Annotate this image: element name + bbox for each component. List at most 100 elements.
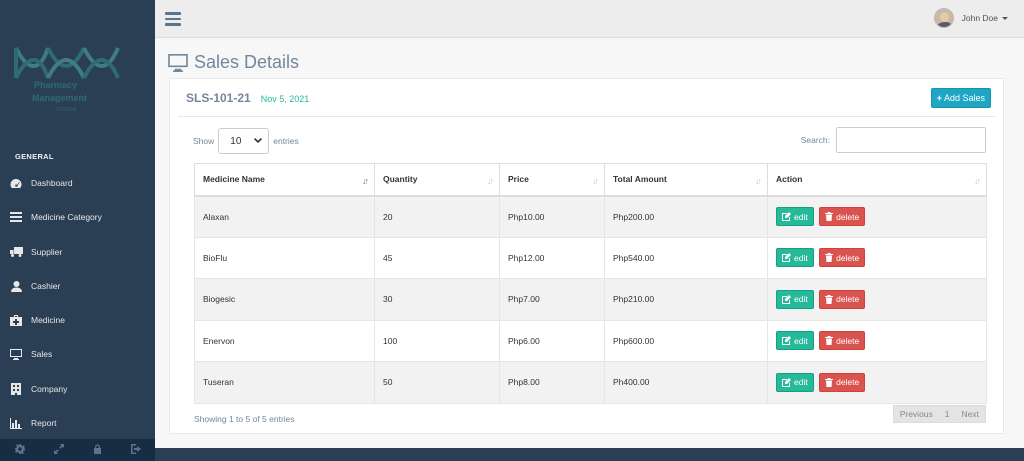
- cell-medicine-name: Enervon: [194, 319, 375, 362]
- table-row: Tuseran 50 Php8.00 Ph400.00 edit delete: [194, 361, 987, 404]
- cell-total: Php200.00: [604, 195, 768, 238]
- edit-icon: [782, 294, 791, 304]
- table-row: Biogesic 30 Php7.00 Php210.00 edit delet…: [194, 278, 987, 321]
- cell-actions: edit delete: [767, 361, 987, 404]
- column-header-medicine-name[interactable]: Medicine Name ↓↑: [194, 163, 375, 197]
- page-title: Sales Details: [168, 52, 299, 73]
- lock-icon[interactable]: [93, 444, 102, 456]
- plus-icon: +: [936, 93, 942, 103]
- tachometer-icon: [9, 177, 23, 189]
- cell-medicine-name: Alaxan: [194, 195, 375, 238]
- cell-quantity: 100: [374, 319, 500, 362]
- brand-line2: Management: [32, 93, 88, 103]
- sale-date: Nov 5, 2021: [260, 94, 310, 104]
- page-title-text: Sales Details: [194, 52, 300, 72]
- cell-medicine-name: Biogesic: [194, 278, 375, 321]
- table-header-row: Medicine Name ↓↑ Quantity ↓↑ Price ↓↑ Total…: [194, 163, 987, 197]
- sidebar-item-label: Company: [31, 384, 68, 394]
- cell-actions: edit delete: [767, 195, 987, 238]
- divider: [178, 116, 995, 117]
- gear-icon[interactable]: [14, 444, 25, 456]
- sidebar-item-label: Dashboard: [31, 178, 73, 188]
- brand-line3: SYSTEM: [56, 107, 77, 113]
- next-button[interactable]: Next: [956, 406, 985, 422]
- cell-medicine-name: BioFlu: [194, 236, 375, 279]
- cell-actions: edit delete: [767, 236, 987, 279]
- sidebar-item-label: Medicine: [31, 315, 66, 325]
- sidebar-item-label: Cashier: [31, 281, 61, 291]
- cell-actions: edit delete: [767, 319, 987, 362]
- menu-section-title: GENERAL: [15, 152, 54, 161]
- column-header-total-amount[interactable]: Total Amount ↓↑: [604, 163, 768, 197]
- sales-panel: SLS-101-21 Nov 5, 2021 + Add Sales Show …: [169, 78, 1004, 434]
- cell-quantity: 20: [374, 195, 500, 238]
- sidebar-item-supplier[interactable]: Supplier: [0, 239, 155, 265]
- cell-price: Php7.00: [499, 278, 605, 321]
- trash-icon: [825, 212, 834, 221]
- trash-icon: [825, 336, 834, 346]
- sidebar-item-report[interactable]: Report: [0, 410, 155, 436]
- delete-button[interactable]: delete: [819, 331, 866, 351]
- user-menu[interactable]: John Doe: [933, 8, 1008, 28]
- brand-line1: Pharmacy: [34, 80, 78, 90]
- sidebar-item-label: Supplier: [31, 247, 63, 257]
- cell-actions: edit delete: [767, 278, 987, 321]
- edit-icon: [782, 336, 791, 346]
- show-label: Show: [193, 136, 215, 146]
- sale-id: SLS-101-21: [186, 91, 251, 105]
- sidebar-item-dashboard[interactable]: Dashboard: [0, 170, 155, 196]
- sidebar-item-label: Medicine Category: [31, 212, 102, 222]
- user-icon: [9, 280, 23, 292]
- delete-button[interactable]: delete: [819, 289, 866, 309]
- sort-asc-icon: ↓↑: [362, 176, 369, 186]
- panel-header: SLS-101-21 Nov 5, 2021: [186, 91, 309, 105]
- entries-select[interactable]: 10: [218, 128, 270, 154]
- list-icon: [9, 211, 23, 223]
- table-row: BioFlu 45 Php12.00 Php540.00 edit delete: [194, 236, 987, 279]
- edit-button[interactable]: edit: [776, 207, 814, 226]
- table-row: Alaxan 20 Php10.00 Php200.00 edit delete: [194, 195, 987, 238]
- column-header-price[interactable]: Price ↓↑: [499, 163, 605, 197]
- previous-button[interactable]: Previous: [894, 406, 939, 422]
- sidebar-item-medicine[interactable]: Medicine: [0, 307, 155, 333]
- edit-button[interactable]: edit: [776, 331, 814, 351]
- edit-icon: [782, 377, 791, 387]
- desktop-icon: [168, 53, 188, 72]
- delete-button[interactable]: delete: [819, 248, 866, 268]
- entries-control: Show 10 entries: [193, 128, 299, 154]
- add-sales-button[interactable]: + Add Sales: [930, 88, 991, 108]
- edit-button[interactable]: edit: [776, 289, 814, 309]
- cell-total: Php540.00: [604, 236, 768, 279]
- sort-icon: ↓↑: [974, 176, 981, 186]
- entries-label: entries: [273, 136, 299, 146]
- add-sales-label: Add Sales: [943, 93, 985, 103]
- sort-icon: ↓↑: [487, 176, 494, 186]
- building-icon: [9, 383, 23, 395]
- cell-quantity: 50: [374, 361, 500, 404]
- fullscreen-icon[interactable]: [53, 444, 64, 456]
- logout-icon[interactable]: [130, 444, 141, 456]
- menu-toggle-icon[interactable]: [165, 12, 181, 26]
- column-header-quantity[interactable]: Quantity ↓↑: [374, 163, 500, 197]
- edit-button[interactable]: edit: [776, 372, 814, 392]
- search-label: Search:: [800, 135, 830, 145]
- cell-total: Php210.00: [604, 278, 768, 321]
- page-button[interactable]: 1: [939, 406, 956, 422]
- edit-button[interactable]: edit: [776, 248, 814, 268]
- search-input[interactable]: [836, 127, 986, 153]
- trash-icon: [825, 253, 834, 263]
- sidebar-item-medicine-category[interactable]: Medicine Category: [0, 204, 155, 230]
- sidebar-item-label: Report: [31, 418, 57, 428]
- avatar: [933, 8, 954, 28]
- search-control: Search:: [801, 127, 986, 153]
- cell-medicine-name: Tuseran: [194, 361, 375, 404]
- sidebar-item-company[interactable]: Company: [0, 376, 155, 402]
- delete-button[interactable]: delete: [819, 207, 866, 226]
- column-header-action[interactable]: Action ↓↑: [767, 163, 987, 197]
- sort-icon: ↓↑: [592, 176, 599, 186]
- sidebar-item-sales[interactable]: Sales: [0, 341, 155, 367]
- chevron-down-icon: [254, 138, 263, 143]
- delete-button[interactable]: delete: [819, 372, 866, 392]
- cell-quantity: 45: [374, 236, 500, 279]
- sidebar-item-cashier[interactable]: Cashier: [0, 273, 155, 299]
